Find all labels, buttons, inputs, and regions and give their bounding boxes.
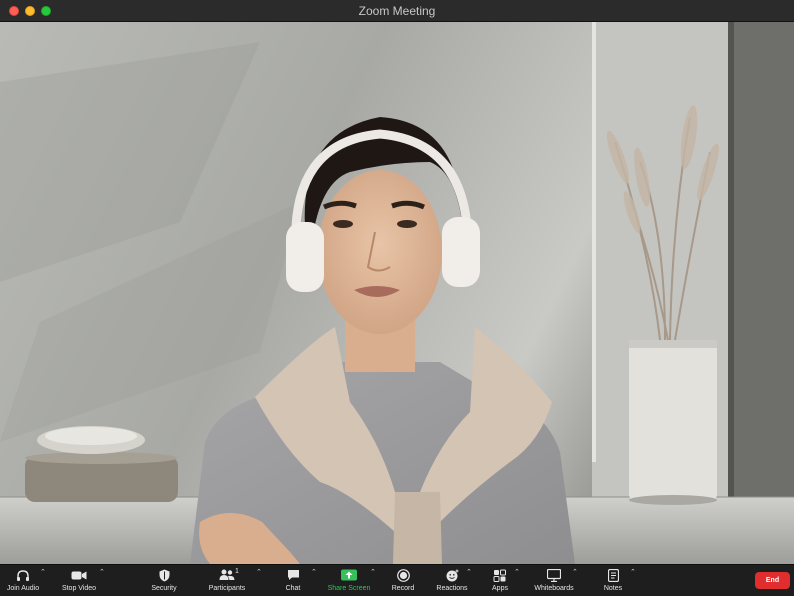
join-audio-options-chevron-icon[interactable]: ⌃ — [40, 569, 46, 577]
security-button[interactable]: Security — [144, 565, 184, 596]
reaction-smile-icon — [446, 568, 459, 582]
stop-video-button[interactable]: Stop Video — [56, 565, 102, 596]
end-meeting-button[interactable]: End — [755, 572, 790, 589]
apps-icon — [493, 568, 507, 582]
participants-label: Participants — [208, 585, 246, 592]
notes-button[interactable]: Notes — [600, 565, 626, 596]
whiteboards-button[interactable]: Whiteboards — [530, 565, 578, 596]
whiteboards-options-chevron-icon[interactable]: ⌃ — [572, 569, 578, 577]
meeting-toolbar: Join Audio ⌃ Stop Video ⌃ Security Parti… — [0, 564, 794, 596]
traffic-lights — [9, 6, 51, 16]
share-screen-label: Share Screen — [327, 585, 371, 592]
notes-options-chevron-icon[interactable]: ⌃ — [630, 569, 636, 577]
stop-video-options-chevron-icon[interactable]: ⌃ — [99, 569, 105, 577]
participants-count-badge: 1 — [235, 568, 239, 575]
notes-icon — [607, 568, 619, 582]
participants-button[interactable]: Participants — [204, 565, 250, 596]
reactions-label: Reactions — [436, 585, 468, 592]
video-camera-icon — [71, 568, 87, 582]
chat-button[interactable]: Chat — [280, 565, 306, 596]
share-screen-options-chevron-icon[interactable]: ⌃ — [370, 569, 376, 577]
reactions-options-chevron-icon[interactable]: ⌃ — [466, 569, 472, 577]
people-icon — [219, 568, 235, 582]
join-audio-label: Join Audio — [6, 585, 40, 592]
headphones-icon — [16, 568, 30, 582]
record-label: Record — [391, 585, 415, 592]
security-label: Security — [151, 585, 177, 592]
video-frame-image — [0, 22, 794, 564]
maximize-window-button[interactable] — [41, 6, 51, 16]
apps-options-chevron-icon[interactable]: ⌃ — [514, 569, 520, 577]
participant-video[interactable] — [0, 22, 794, 564]
chat-label: Chat — [285, 585, 301, 592]
record-button[interactable]: Record — [386, 565, 420, 596]
whiteboard-icon — [547, 568, 561, 582]
stop-video-label: Stop Video — [61, 585, 97, 592]
share-arrow-icon — [341, 568, 357, 582]
zoom-window: Zoom Meeting Join Audio ⌃ Stop Video ⌃ S… — [0, 0, 794, 596]
close-window-button[interactable] — [9, 6, 19, 16]
minimize-window-button[interactable] — [25, 6, 35, 16]
participants-options-chevron-icon[interactable]: ⌃ — [256, 569, 262, 577]
join-audio-button[interactable]: Join Audio — [2, 565, 44, 596]
record-icon — [396, 568, 410, 582]
title-bar: Zoom Meeting — [0, 0, 794, 22]
chat-options-chevron-icon[interactable]: ⌃ — [311, 569, 317, 577]
window-title: Zoom Meeting — [358, 3, 436, 18]
share-screen-button[interactable]: Share Screen — [326, 565, 372, 596]
apps-button[interactable]: Apps — [486, 565, 514, 596]
notes-label: Notes — [603, 585, 623, 592]
apps-label: Apps — [492, 585, 508, 592]
chat-bubble-icon — [287, 568, 300, 582]
whiteboards-label: Whiteboards — [534, 585, 574, 592]
shield-icon — [159, 568, 170, 582]
